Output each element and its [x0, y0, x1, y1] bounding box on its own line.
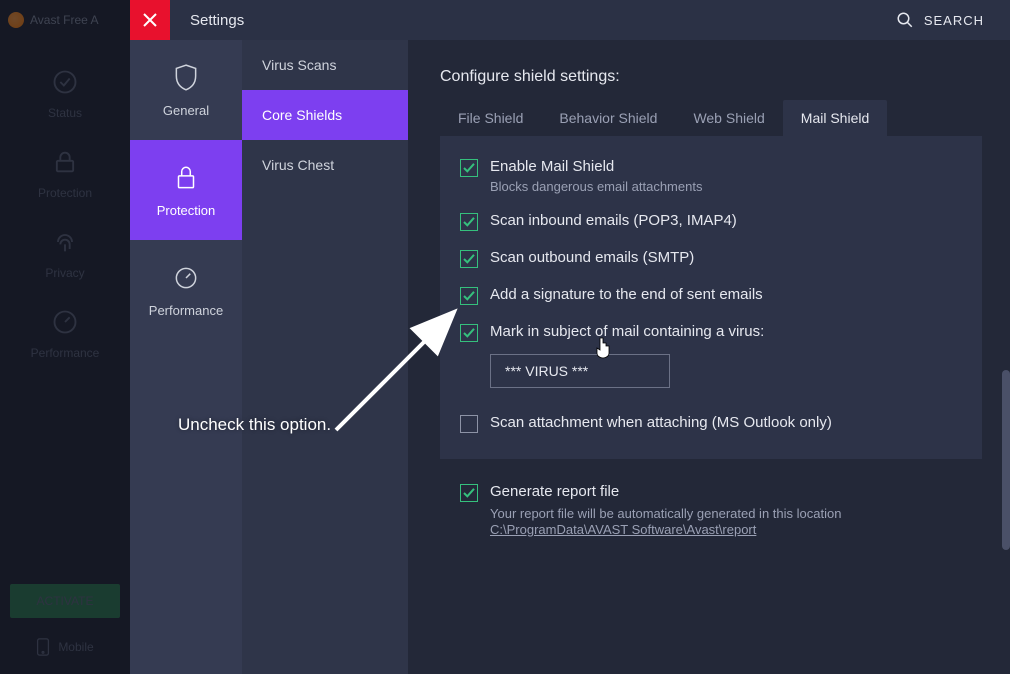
mobile-icon — [36, 638, 50, 656]
tab-mail-shield[interactable]: Mail Shield — [783, 100, 887, 136]
option-add-signature: Add a signature to the end of sent email… — [460, 286, 962, 305]
scrollbar[interactable] — [1002, 370, 1010, 550]
category-performance[interactable]: Performance — [130, 240, 242, 340]
brand-label: Avast Free A — [30, 13, 98, 27]
checkbox-enable-mail-shield[interactable] — [460, 159, 478, 177]
option-label: Scan inbound emails (POP3, IMAP4) — [490, 212, 737, 229]
sidebar-label: Protection — [38, 186, 92, 200]
option-subtext: Your report file will be automatically g… — [490, 506, 841, 521]
check-icon — [463, 163, 475, 173]
subitem-label: Virus Chest — [262, 157, 334, 173]
avast-logo-icon — [8, 12, 24, 28]
checkbox-add-signature[interactable] — [460, 287, 478, 305]
subitem-virus-chest[interactable]: Virus Chest — [242, 140, 408, 190]
sidebar-label: Privacy — [45, 266, 84, 280]
option-scan-inbound: Scan inbound emails (POP3, IMAP4) — [460, 212, 962, 231]
category-label: Performance — [149, 303, 223, 318]
lock-icon — [51, 148, 79, 176]
virus-subject-input[interactable] — [490, 354, 670, 388]
option-subtext: Blocks dangerous email attachments — [490, 179, 702, 194]
option-label: Add a signature to the end of sent email… — [490, 286, 763, 303]
checkbox-mark-subject[interactable] — [460, 324, 478, 342]
fingerprint-icon — [51, 228, 79, 256]
app-sidebar: Avast Free A Status Protection Privacy P… — [0, 0, 130, 674]
sidebar-label: Status — [48, 106, 82, 120]
mobile-label: Mobile — [58, 640, 93, 654]
search-label: SEARCH — [924, 13, 984, 28]
option-label: Mark in subject of mail containing a vir… — [490, 323, 764, 340]
activate-label: ACTIVATE — [37, 594, 94, 608]
sidebar-item-privacy[interactable]: Privacy — [45, 228, 84, 280]
subitem-label: Core Shields — [262, 107, 342, 123]
shield-icon — [173, 63, 199, 93]
close-button[interactable] — [130, 0, 170, 40]
lock-icon — [173, 163, 199, 193]
category-label: Protection — [157, 203, 216, 218]
check-icon — [463, 328, 475, 338]
category-column: General Protection Performance — [130, 40, 242, 674]
option-generate-report: Generate report file Your report file wi… — [460, 483, 982, 539]
search-button[interactable]: SEARCH — [896, 11, 984, 29]
subitem-core-shields[interactable]: Core Shields — [242, 90, 408, 140]
section-heading: Configure shield settings: — [440, 68, 982, 86]
option-label: Generate report file — [490, 483, 841, 500]
brand: Avast Free A — [0, 0, 130, 40]
sidebar-item-performance[interactable]: Performance — [31, 308, 100, 360]
checkbox-scan-outbound[interactable] — [460, 250, 478, 268]
page-title: Settings — [190, 12, 244, 29]
check-icon — [463, 488, 475, 498]
sidebar-label: Performance — [31, 346, 100, 360]
category-protection[interactable]: Protection — [130, 140, 242, 240]
option-enable-mail-shield: Enable Mail Shield Blocks dangerous emai… — [460, 158, 962, 194]
checkbox-scan-inbound[interactable] — [460, 213, 478, 231]
subitem-label: Virus Scans — [262, 57, 336, 73]
subitem-virus-scans[interactable]: Virus Scans — [242, 40, 408, 90]
check-icon — [463, 291, 475, 301]
shield-tabs: File Shield Behavior Shield Web Shield M… — [440, 100, 982, 136]
option-mark-subject: Mark in subject of mail containing a vir… — [460, 323, 962, 342]
tab-file-shield[interactable]: File Shield — [440, 100, 541, 136]
sidebar-item-protection[interactable]: Protection — [38, 148, 92, 200]
category-label: General — [163, 103, 209, 118]
option-label: Scan attachment when attaching (MS Outlo… — [490, 414, 832, 431]
report-path-link[interactable]: C:\ProgramData\AVAST Software\Avast\repo… — [490, 522, 756, 537]
search-icon — [896, 11, 914, 29]
status-icon — [51, 68, 79, 96]
sidebar-item-status[interactable]: Status — [48, 68, 82, 120]
checkbox-scan-attachment[interactable] — [460, 415, 478, 433]
option-label: Scan outbound emails (SMTP) — [490, 249, 694, 266]
check-icon — [463, 254, 475, 264]
mail-shield-panel: Enable Mail Shield Blocks dangerous emai… — [440, 136, 982, 459]
gauge-icon — [173, 263, 199, 293]
tab-web-shield[interactable]: Web Shield — [675, 100, 782, 136]
subitem-column: Virus Scans Core Shields Virus Chest — [242, 40, 408, 674]
option-scan-attachment: Scan attachment when attaching (MS Outlo… — [460, 414, 962, 433]
checkbox-generate-report[interactable] — [460, 484, 478, 502]
topbar: Settings SEARCH — [130, 0, 1010, 40]
sidebar-item-mobile[interactable]: Mobile — [36, 638, 93, 656]
option-scan-outbound: Scan outbound emails (SMTP) — [460, 249, 962, 268]
tab-behavior-shield[interactable]: Behavior Shield — [541, 100, 675, 136]
main-content: Configure shield settings: File Shield B… — [408, 40, 1010, 674]
close-icon — [143, 13, 157, 27]
category-general[interactable]: General — [130, 40, 242, 140]
check-icon — [463, 217, 475, 227]
gauge-icon — [51, 308, 79, 336]
activate-button[interactable]: ACTIVATE — [10, 584, 120, 618]
report-section: Generate report file Your report file wi… — [440, 483, 982, 539]
option-label: Enable Mail Shield — [490, 158, 702, 175]
